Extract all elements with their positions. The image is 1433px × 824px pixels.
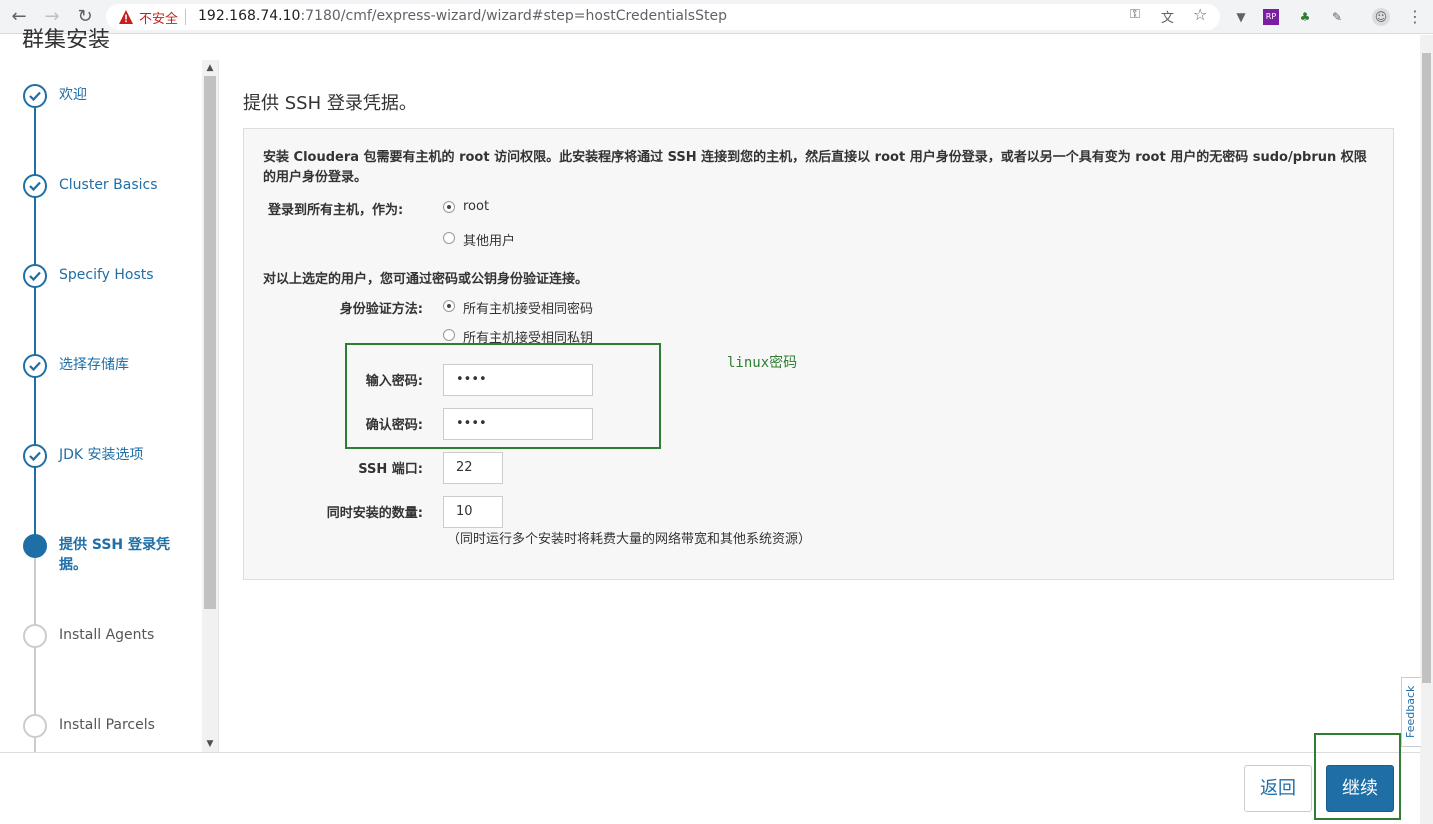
check-icon bbox=[23, 444, 47, 468]
step-label: 选择存储库 bbox=[59, 357, 129, 373]
menu-icon[interactable]: ⋮ bbox=[1405, 7, 1425, 27]
active-step-icon bbox=[23, 534, 47, 558]
warning-icon bbox=[119, 10, 133, 24]
check-icon bbox=[23, 84, 47, 108]
step-label: Install Parcels bbox=[59, 717, 155, 733]
pending-step-icon bbox=[23, 624, 47, 648]
scroll-up-icon[interactable]: ▲ bbox=[202, 60, 218, 76]
step-label: Install Agents bbox=[59, 627, 155, 643]
radio-checked-icon[interactable] bbox=[443, 201, 455, 213]
forward-arrow-icon[interactable]: → bbox=[41, 6, 63, 28]
extension-rp-icon[interactable]: RP bbox=[1263, 9, 1279, 25]
wizard-step-nav: 欢迎 Cluster Basics Specify Hosts 选择存储库 JD… bbox=[0, 60, 202, 752]
wizard-footer bbox=[0, 752, 1420, 824]
radio-label: root bbox=[463, 199, 490, 214]
check-icon bbox=[23, 264, 47, 288]
step-title: 提供 SSH 登录凭据。 bbox=[243, 93, 417, 114]
concurrent-installs-hint: （同时运行多个安装时将耗费大量的网络带宽和其他系统资源） bbox=[447, 532, 812, 547]
key-icon[interactable]: ⚿ bbox=[1130, 7, 1140, 22]
extension-evernote-icon[interactable]: ♣ bbox=[1295, 7, 1315, 27]
security-status[interactable]: 不安全 bbox=[139, 8, 178, 27]
address-bar[interactable]: 不安全 192.168.74.10:7180/cmf/express-wizar… bbox=[106, 4, 1220, 30]
url-path: :7180/cmf/express-wizard/wizard#step=hos… bbox=[300, 8, 727, 24]
scroll-down-icon[interactable]: ▼ bbox=[202, 736, 218, 752]
scrollbar-thumb[interactable] bbox=[1422, 53, 1431, 683]
step-label: Specify Hosts bbox=[59, 267, 154, 283]
extension-v-icon[interactable]: ▼ bbox=[1231, 7, 1251, 27]
login-as-label: 登录到所有主机，作为: bbox=[268, 203, 404, 218]
page-scrollbar[interactable] bbox=[1420, 35, 1433, 824]
step-label: JDK 安装选项 bbox=[59, 447, 144, 463]
feedback-tab[interactable]: Feedback bbox=[1401, 677, 1421, 747]
step-label: Cluster Basics bbox=[59, 177, 158, 193]
intro-text: 安装 Cloudera 包需要有主机的 root 访问权限。此安装程序将通过 S… bbox=[263, 150, 1367, 185]
url-host: 192.168.74.10 bbox=[198, 8, 301, 24]
feedback-label: Feedback bbox=[1404, 685, 1417, 738]
continue-highlight-box bbox=[1314, 733, 1401, 820]
check-icon bbox=[23, 174, 47, 198]
radio-label: 所有主机接受相同密码 bbox=[463, 302, 594, 317]
translate-icon[interactable]: 文 bbox=[1161, 7, 1174, 26]
step-label: 提供 SSH 登录凭据。 bbox=[59, 537, 171, 573]
radio-label: 其他用户 bbox=[463, 234, 516, 249]
reload-icon[interactable]: ↻ bbox=[74, 6, 96, 28]
browser-toolbar: ← → ↻ 不安全 192.168.74.10:7180/cmf/express… bbox=[0, 0, 1433, 34]
profile-avatar-icon[interactable]: ☺ bbox=[1372, 8, 1390, 26]
url-text[interactable]: 192.168.74.10:7180/cmf/express-wizard/wi… bbox=[198, 8, 727, 24]
annotation-note: linux密码 bbox=[727, 355, 798, 371]
scrollbar-thumb[interactable] bbox=[204, 76, 216, 609]
ssh-port-input[interactable]: 22 bbox=[443, 452, 503, 484]
pending-step-icon bbox=[23, 714, 47, 738]
ssh-port-label: SSH 端口: bbox=[358, 462, 423, 477]
concurrent-installs-label: 同时安装的数量: bbox=[326, 506, 423, 521]
radio-checked-icon[interactable] bbox=[443, 300, 455, 312]
auth-note: 对以上选定的用户，您可通过密码或公钥身份验证连接。 bbox=[263, 272, 589, 287]
check-icon bbox=[23, 354, 47, 378]
omnibox-divider bbox=[185, 9, 186, 25]
extension-translate-icon[interactable]: ✎ bbox=[1327, 7, 1347, 27]
step-nav-scrollbar[interactable]: ▲ ▼ bbox=[202, 60, 218, 752]
radio-unchecked-icon[interactable] bbox=[443, 232, 455, 244]
nav-divider bbox=[218, 60, 219, 752]
concurrent-installs-input[interactable]: 10 bbox=[443, 496, 503, 528]
password-highlight-box bbox=[345, 343, 661, 449]
auth-method-label: 身份验证方法: bbox=[339, 302, 423, 317]
page-title: 群集安装 bbox=[22, 28, 111, 48]
back-button[interactable]: 返回 bbox=[1244, 765, 1312, 812]
radio-unchecked-icon[interactable] bbox=[443, 329, 455, 341]
back-arrow-icon[interactable]: ← bbox=[8, 6, 30, 28]
star-icon[interactable]: ☆ bbox=[1193, 5, 1207, 24]
step-label: 欢迎 bbox=[59, 87, 87, 103]
